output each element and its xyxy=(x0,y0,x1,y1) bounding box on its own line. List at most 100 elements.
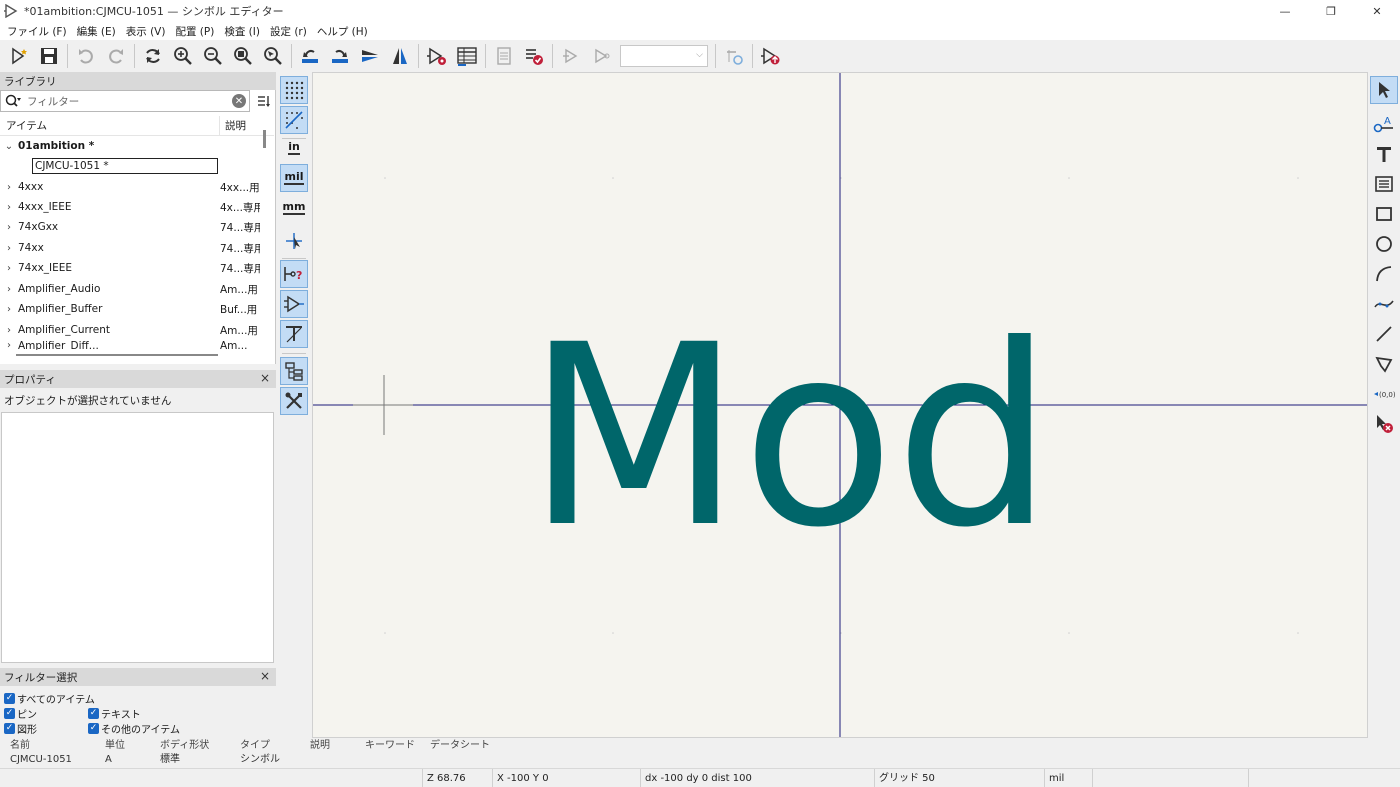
export-symbol-icon[interactable] xyxy=(756,42,786,70)
checkbox-checked-icon[interactable]: ✓ xyxy=(4,723,15,734)
datasheet-icon[interactable] xyxy=(489,42,519,70)
library-item[interactable]: › 74xx 74...専用 xyxy=(0,238,262,258)
menu-help[interactable]: ヘルプ (H) xyxy=(312,24,373,39)
library-item[interactable]: › Amplifier_Buffer Buf...用 xyxy=(0,299,262,319)
library-item[interactable]: › 4xxx_IEEE 4x...専用 xyxy=(0,197,262,217)
delete-tool-icon[interactable] xyxy=(1370,410,1398,438)
filter-graphics[interactable]: ✓ 図形 xyxy=(4,721,37,736)
minimize-button[interactable]: — xyxy=(1262,0,1308,22)
undo-icon[interactable] xyxy=(71,42,101,70)
restore-button[interactable]: ❐ xyxy=(1308,0,1354,22)
checkbox-checked-icon[interactable]: ✓ xyxy=(4,693,15,704)
unit-select[interactable]: ⌵ xyxy=(620,45,708,67)
show-alternate-body-icon[interactable] xyxy=(586,42,616,70)
library-item[interactable]: › 74xx_IEEE 74...専用 xyxy=(0,258,262,278)
sync-pins-icon[interactable] xyxy=(719,42,749,70)
units-inches-icon[interactable]: in xyxy=(280,134,308,162)
library-item[interactable]: › Amplifier_Current Am...用 xyxy=(0,320,262,340)
symbol-checker-icon[interactable] xyxy=(519,42,549,70)
pin-table-icon[interactable] xyxy=(452,42,482,70)
add-polygon-icon[interactable] xyxy=(1370,350,1398,378)
grid-icon[interactable] xyxy=(280,76,308,104)
close-button[interactable]: ✕ xyxy=(1354,0,1400,22)
new-symbol-icon[interactable] xyxy=(4,42,34,70)
show-properties-icon[interactable] xyxy=(280,387,308,415)
chevron-right-icon[interactable]: › xyxy=(0,340,18,350)
save-icon[interactable] xyxy=(34,42,64,70)
filter-other-items[interactable]: ✓ その他のアイテム xyxy=(88,721,180,736)
add-bezier-icon[interactable] xyxy=(1370,290,1398,318)
status-blank-1 xyxy=(1092,769,1248,787)
menu-view[interactable]: 表示 (V) xyxy=(121,24,171,39)
chevron-right-icon[interactable]: › xyxy=(0,284,18,295)
search-icon xyxy=(5,94,21,107)
redo-icon[interactable] xyxy=(101,42,131,70)
anchor-icon[interactable]: (0,0) xyxy=(1370,380,1398,408)
show-hidden-pins-icon[interactable] xyxy=(280,290,308,318)
status-grid: グリッド 50 xyxy=(874,769,1044,787)
show-hidden-fields-icon[interactable] xyxy=(280,320,308,348)
chevron-right-icon[interactable]: › xyxy=(0,182,18,193)
checkbox-checked-icon[interactable]: ✓ xyxy=(4,708,15,719)
add-textbox-icon[interactable] xyxy=(1370,170,1398,198)
show-body-icon[interactable] xyxy=(556,42,586,70)
add-circle-icon[interactable] xyxy=(1370,230,1398,258)
zoom-in-icon[interactable] xyxy=(168,42,198,70)
full-crosshair-icon[interactable] xyxy=(280,227,308,255)
sort-icon[interactable] xyxy=(253,90,275,112)
close-icon[interactable]: × xyxy=(260,371,270,385)
add-line-icon[interactable] xyxy=(1370,320,1398,348)
checkbox-checked-icon[interactable]: ✓ xyxy=(88,708,99,719)
rotate-ccw-icon[interactable] xyxy=(295,42,325,70)
close-icon[interactable]: × xyxy=(260,669,270,683)
column-description[interactable]: 説明 xyxy=(220,116,246,135)
zoom-selection-icon[interactable] xyxy=(258,42,288,70)
library-item[interactable]: › Amplifier_Diff... Am... xyxy=(0,340,262,350)
library-root-item[interactable]: ⌄ 01ambition * xyxy=(0,136,262,156)
clear-search-icon[interactable]: ✕ xyxy=(232,94,246,108)
symbol-canvas[interactable]: Mod xyxy=(312,72,1368,738)
filter-text[interactable]: ✓ テキスト xyxy=(88,706,141,721)
add-pin-icon[interactable]: A xyxy=(1370,110,1398,138)
menu-edit[interactable]: 編集 (E) xyxy=(72,24,121,39)
library-horizontal-scrollbar[interactable] xyxy=(16,354,218,356)
library-item[interactable]: › 4xxx 4xx...用 xyxy=(0,177,262,197)
filter-all-items[interactable]: ✓ すべてのアイテム xyxy=(4,691,95,706)
rotate-cw-icon[interactable] xyxy=(325,42,355,70)
chevron-right-icon[interactable]: › xyxy=(0,202,18,213)
refresh-icon[interactable] xyxy=(138,42,168,70)
mirror-horizontal-icon[interactable] xyxy=(385,42,415,70)
zoom-fit-icon[interactable] xyxy=(228,42,258,70)
library-search-input[interactable]: フィルター ✕ xyxy=(0,90,250,112)
checkbox-checked-icon[interactable]: ✓ xyxy=(88,723,99,734)
units-mm-icon[interactable]: mm xyxy=(280,194,308,222)
symbol-text[interactable]: Mod xyxy=(526,291,1053,582)
symbol-name-edit-field[interactable]: CJMCU-1051 * xyxy=(32,158,218,174)
menu-inspect[interactable]: 検査 (I) xyxy=(219,24,265,39)
select-tool-icon[interactable] xyxy=(1370,76,1398,104)
chevron-right-icon[interactable]: › xyxy=(0,243,18,254)
menu-file[interactable]: ファイル (F) xyxy=(2,24,72,39)
add-rectangle-icon[interactable] xyxy=(1370,200,1398,228)
chevron-right-icon[interactable]: › xyxy=(0,325,18,336)
show-pin-electrical-type-icon[interactable]: ? xyxy=(280,260,308,288)
column-item[interactable]: アイテム xyxy=(0,116,220,135)
add-text-icon[interactable] xyxy=(1370,140,1398,168)
chevron-right-icon[interactable]: › xyxy=(0,304,18,315)
symbol-properties-icon[interactable] xyxy=(422,42,452,70)
menu-settings[interactable]: 設定 (r) xyxy=(265,24,312,39)
units-mils-icon[interactable]: mil xyxy=(280,164,308,192)
chevron-right-icon[interactable]: › xyxy=(0,263,18,274)
filter-pins[interactable]: ✓ ピン xyxy=(4,706,37,721)
library-vertical-scrollbar[interactable] xyxy=(263,130,266,148)
zoom-out-icon[interactable] xyxy=(198,42,228,70)
show-hierarchy-icon[interactable] xyxy=(280,357,308,385)
menu-place[interactable]: 配置 (P) xyxy=(170,24,219,39)
library-item[interactable]: › Amplifier_Audio Am...用 xyxy=(0,279,262,299)
add-arc-icon[interactable] xyxy=(1370,260,1398,288)
mirror-vertical-icon[interactable] xyxy=(355,42,385,70)
library-item[interactable]: › 74xGxx 74...専用 xyxy=(0,217,262,237)
chevron-right-icon[interactable]: › xyxy=(0,222,18,233)
grid-overrides-icon[interactable] xyxy=(280,106,308,134)
chevron-down-icon[interactable]: ⌄ xyxy=(0,141,18,152)
